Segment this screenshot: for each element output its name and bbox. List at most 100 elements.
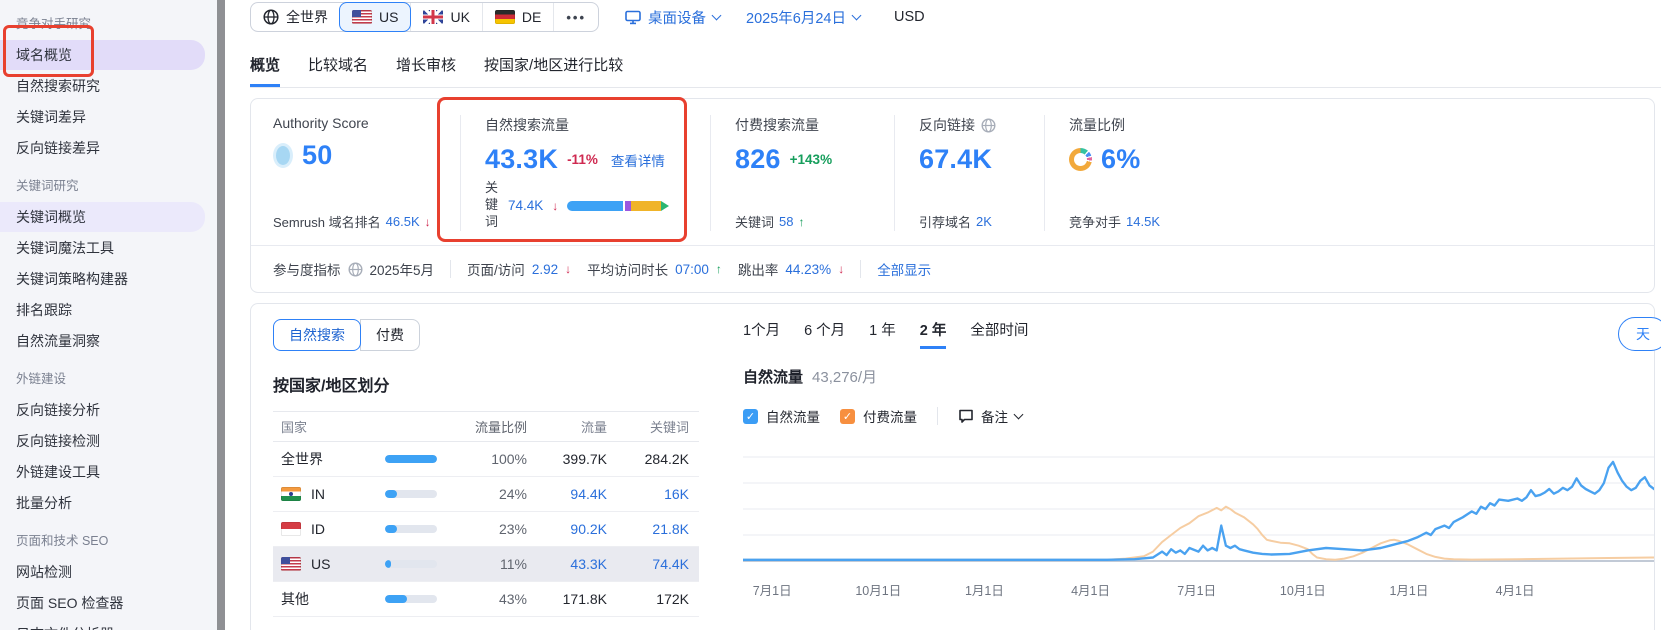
sidebar-item-backlink-audit[interactable]: 反向链接检测 [0, 426, 205, 456]
traffic-value[interactable]: 43.3K [527, 556, 607, 572]
show-all-link[interactable]: 全部显示 [877, 259, 931, 279]
trend-subtitle: 43,276/月 [812, 369, 877, 386]
country-tab-uk[interactable]: UK [410, 3, 481, 31]
table-row-other[interactable]: 其他43%171.8K172K [273, 582, 699, 617]
organic-traffic-value[interactable]: 43.3K [485, 144, 558, 175]
sidebar-item-link-building-tool[interactable]: 外链建设工具 [0, 457, 205, 487]
sidebar-item-domain-overview[interactable]: 域名概览 [0, 40, 205, 70]
date-select[interactable]: 2025年6月24日 [746, 7, 860, 28]
ref-domains-value[interactable]: 2K [976, 214, 992, 229]
traffic-share-donut-icon [1069, 148, 1092, 171]
range-tab-1y[interactable]: 1 年 [869, 319, 896, 349]
traffic-value[interactable]: 90.2K [527, 521, 607, 537]
engagement-row: 参与度指标 2025年5月 页面/访问 2.92 ↓ 平均访问时长 [251, 245, 1654, 292]
tab-compare-domains[interactable]: 比较域名 [308, 54, 368, 87]
traffic-value[interactable]: 94.4K [527, 486, 607, 502]
view-details-link[interactable]: 查看详情 [611, 150, 665, 170]
paid-keywords-value[interactable]: 58 [779, 214, 793, 229]
country-tab-us[interactable]: US [339, 2, 411, 32]
country-cell: US [281, 556, 385, 572]
footer-label: 竞争对手 [1069, 212, 1121, 231]
metrics-row: Authority Score 50 Semrush 域名排名 46.5K ↓ … [251, 99, 1654, 245]
sidebar-item-backlink-gap[interactable]: 反向链接差异 [0, 133, 205, 163]
keywords-value[interactable]: 74.4K [607, 556, 689, 572]
keywords-value[interactable]: 21.8K [607, 521, 689, 537]
metric-authority-score: Authority Score 50 Semrush 域名排名 46.5K ↓ [273, 115, 460, 231]
tab-growth-report[interactable]: 增长审核 [396, 54, 456, 87]
x-tick-label: 7月1日 [1177, 580, 1216, 599]
main-content: 全世界USUKDE••• 桌面设备 2025年6月24日 USD 概览比较域名增… [225, 0, 1661, 630]
tab-overview[interactable]: 概览 [250, 54, 280, 87]
x-tick-label: 1月1日 [965, 580, 1004, 599]
globe-icon [263, 9, 279, 25]
keywords-distribution-bar [567, 201, 669, 211]
avg-visit-duration: 平均访问时长 07:00 ↑ [587, 259, 722, 279]
sidebar-item-on-page-seo-checker[interactable]: 页面 SEO 检查器 [0, 588, 205, 618]
notes-dropdown[interactable]: 备注 [958, 406, 1022, 426]
sidebar-item-site-audit[interactable]: 网站检测 [0, 557, 205, 587]
x-tick-label: 4月1日 [1496, 580, 1535, 599]
metric-label: Authority Score [273, 115, 460, 131]
sidebar-item-bulk-analysis[interactable]: 批量分析 [0, 488, 205, 518]
competitors-value[interactable]: 14.5K [1126, 214, 1160, 229]
country-cell: 其他 [281, 589, 385, 609]
country-table-body: 全世界100%399.7K284.2KIN24%94.4K16KID23%90.… [273, 442, 699, 617]
sidebar-item-position-tracking[interactable]: 排名跟踪 [0, 295, 205, 325]
range-tab-1m[interactable]: 1个月 [743, 319, 780, 349]
flag-us-icon [352, 10, 372, 24]
x-tick-label: 10月1日 [1280, 580, 1326, 599]
engagement-label: 参与度指标 [273, 259, 341, 279]
share-bar [385, 455, 437, 463]
sidebar-item-keyword-strategy-builder[interactable]: 关键词策略构建器 [0, 264, 205, 294]
tab-compare-by-country[interactable]: 按国家/地区进行比较 [484, 54, 623, 87]
backlinks-value[interactable]: 67.4K [919, 144, 992, 175]
sidebar-item-keyword-overview[interactable]: 关键词概览 [0, 202, 205, 232]
legend-organic-checkbox[interactable]: ✓ 自然流量 [743, 406, 820, 426]
device-select[interactable]: 桌面设备 [625, 7, 720, 28]
country-tab-more[interactable]: ••• [553, 3, 598, 31]
sidebar-item-backlink-analytics[interactable]: 反向链接分析 [0, 395, 205, 425]
authority-score-value: 50 [302, 140, 332, 171]
toggle-paid[interactable]: 付费 [360, 319, 420, 351]
domain-rank-value[interactable]: 46.5K [386, 214, 420, 229]
sidebar-item-organic-research[interactable]: 自然搜索研究 [0, 71, 205, 101]
range-tab-6m[interactable]: 6 个月 [804, 319, 845, 349]
sidebar-item-keyword-gap[interactable]: 关键词差异 [0, 102, 205, 132]
flag-in-icon [281, 487, 301, 501]
range-tab-2y[interactable]: 2 年 [920, 319, 947, 349]
toggle-organic[interactable]: 自然搜索 [273, 319, 361, 351]
table-row-id[interactable]: ID23%90.2K21.8K [273, 512, 699, 547]
currency-select[interactable]: USD [894, 9, 925, 25]
range-tab-all[interactable]: 全部时间 [970, 319, 1028, 349]
country-tab-label: UK [450, 9, 469, 25]
time-range-tabs: 1个月6 个月1 年2 年全部时间天 [743, 319, 1650, 349]
share-bar-fill [385, 525, 397, 533]
legend-paid-checkbox[interactable]: ✓ 付费流量 [840, 406, 917, 426]
share-percent: 24% [499, 486, 527, 502]
granularity-button[interactable]: 天 [1618, 317, 1661, 351]
topbar: 全世界US UK DE••• 桌面设备 2025年6月24日 USD [250, 2, 1661, 32]
paid-traffic-value[interactable]: 826 [735, 144, 781, 175]
share-bar [385, 525, 437, 533]
organic-keywords-value[interactable]: 74.4K [508, 198, 543, 213]
divider [860, 260, 861, 278]
sidebar-scrollbar[interactable] [217, 0, 225, 630]
table-row-worldwide[interactable]: 全世界100%399.7K284.2K [273, 442, 699, 477]
analysis-card: 自然搜索付费 按国家/地区划分 国家 流量比例 流量 关键词 全世界100%39… [250, 303, 1655, 630]
sidebar-item-keyword-magic-tool[interactable]: 关键词魔法工具 [0, 233, 205, 263]
avg-visit-duration-value[interactable]: 07:00 [675, 262, 709, 277]
keywords-value[interactable]: 16K [607, 486, 689, 502]
sidebar-item-log-file-analyzer[interactable]: 日志文件分析器 [0, 619, 205, 630]
traffic-chart[interactable]: 7月1日10月1日1月1日4月1日7月1日10月1日1月1日4月1日 [743, 441, 1654, 598]
table-row-us[interactable]: US11%43.3K74.4K [273, 547, 699, 582]
pages-per-visit-value[interactable]: 2.92 [532, 262, 558, 277]
paid-delta: +143% [790, 152, 832, 167]
bounce-rate-value[interactable]: 44.23% [785, 262, 831, 277]
country-tab-de[interactable]: DE [482, 3, 553, 31]
metric-paid-traffic: 付费搜索流量 826 +143% 关键词 58 ↑ [710, 115, 894, 231]
country-tab-world[interactable]: 全世界 [251, 3, 340, 31]
sidebar-item-organic-traffic-insights[interactable]: 自然流量洞察 [0, 326, 205, 356]
table-row-in[interactable]: IN24%94.4K16K [273, 477, 699, 512]
arrow-down-icon: ↓ [565, 262, 571, 276]
share-percent: 100% [491, 451, 527, 467]
